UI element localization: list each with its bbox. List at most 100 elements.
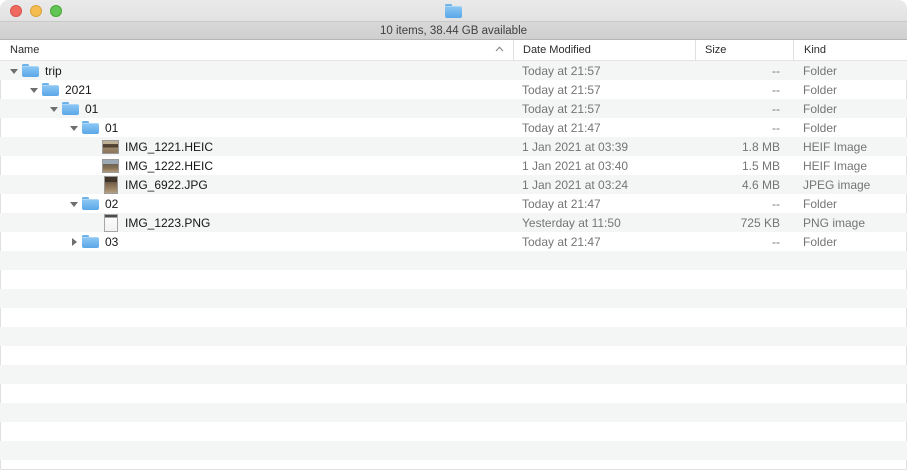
empty-row (0, 327, 907, 346)
row-name: IMG_6922.JPG (125, 178, 208, 192)
folder-icon (22, 61, 39, 80)
titlebar[interactable] (0, 0, 907, 22)
row-date: 1 Jan 2021 at 03:39 (513, 137, 695, 156)
row-kind: PNG image (793, 213, 907, 232)
row-date: Today at 21:57 (513, 80, 695, 99)
row-kind: Folder (793, 80, 907, 99)
status-text: 10 items, 38.44 GB available (380, 25, 527, 37)
disclosure-triangle (88, 213, 100, 232)
folder-icon (82, 194, 99, 213)
disclosure-triangle (88, 137, 100, 156)
row-size: -- (695, 80, 793, 99)
row-kind: Folder (793, 61, 907, 80)
row-name: IMG_1222.HEIC (125, 159, 213, 173)
chevron-up-icon (495, 46, 504, 52)
empty-row (0, 403, 907, 422)
row-indent (0, 175, 88, 194)
close-button[interactable] (10, 5, 22, 17)
column-header-size[interactable]: Size (695, 40, 793, 60)
minimize-button[interactable] (30, 5, 42, 17)
disclosure-triangle (88, 175, 100, 194)
row-name: IMG_1223.PNG (125, 216, 210, 230)
disclosure-triangle[interactable] (28, 80, 40, 99)
empty-row (0, 422, 907, 441)
finder-window: 10 items, 38.44 GB available Name Date M… (0, 0, 907, 470)
empty-row (0, 251, 907, 270)
column-header: Name Date Modified Size Kind (0, 40, 907, 61)
empty-row (0, 384, 907, 403)
disclosure-triangle (88, 156, 100, 175)
jpeg-photo-icon (102, 175, 119, 194)
row-date: Today at 21:47 (513, 118, 695, 137)
row-name: 01 (85, 102, 98, 116)
disclosure-triangle[interactable] (68, 118, 80, 137)
list-row[interactable]: 01 Today at 21:57 -- Folder (0, 99, 907, 118)
row-indent (0, 99, 48, 118)
empty-row (0, 289, 907, 308)
empty-row (0, 346, 907, 365)
folder-icon (42, 80, 59, 99)
png-photo-icon (102, 213, 119, 232)
list-row[interactable]: 2021 Today at 21:57 -- Folder (0, 80, 907, 99)
row-name: trip (45, 64, 62, 78)
list-row[interactable]: trip Today at 21:57 -- Folder (0, 61, 907, 80)
row-size: 1.8 MB (695, 137, 793, 156)
list-row[interactable]: 03 Today at 21:47 -- Folder (0, 232, 907, 251)
disclosure-triangle[interactable] (68, 232, 80, 251)
disclosure-triangle[interactable] (48, 99, 60, 118)
row-name: 01 (105, 121, 118, 135)
zoom-button[interactable] (50, 5, 62, 17)
row-size: 725 KB (695, 213, 793, 232)
list-row[interactable]: IMG_1222.HEIC 1 Jan 2021 at 03:40 1.5 MB… (0, 156, 907, 175)
row-size: -- (695, 99, 793, 118)
empty-row (0, 460, 907, 469)
row-size: -- (695, 118, 793, 137)
row-kind: Folder (793, 99, 907, 118)
list-row[interactable]: 01 Today at 21:47 -- Folder (0, 118, 907, 137)
row-kind: JPEG image (793, 175, 907, 194)
row-size: -- (695, 232, 793, 251)
column-header-kind[interactable]: Kind (793, 40, 907, 60)
row-indent (0, 194, 68, 213)
list-row[interactable]: 02 Today at 21:47 -- Folder (0, 194, 907, 213)
row-date: Today at 21:47 (513, 232, 695, 251)
row-kind: Folder (793, 118, 907, 137)
list-row[interactable]: IMG_1223.PNG Yesterday at 11:50 725 KB P… (0, 213, 907, 232)
column-header-name[interactable]: Name (0, 40, 513, 60)
row-size: 1.5 MB (695, 156, 793, 175)
row-name: 2021 (65, 83, 92, 97)
list-row[interactable]: IMG_6922.JPG 1 Jan 2021 at 03:24 4.6 MB … (0, 175, 907, 194)
row-date: Yesterday at 11:50 (513, 213, 695, 232)
row-kind: Folder (793, 232, 907, 251)
row-kind: HEIF Image (793, 156, 907, 175)
disclosure-triangle[interactable] (8, 61, 20, 80)
folder-icon (82, 232, 99, 251)
empty-row (0, 270, 907, 289)
status-bar: 10 items, 38.44 GB available (0, 22, 907, 40)
row-date: Today at 21:47 (513, 194, 695, 213)
row-indent (0, 118, 68, 137)
row-indent (0, 156, 88, 175)
heic-photo-2-icon (102, 156, 119, 175)
folder-icon (62, 99, 79, 118)
row-name: 03 (105, 235, 118, 249)
titlebar-folder-icon (445, 4, 462, 18)
row-indent (0, 80, 28, 99)
empty-row (0, 308, 907, 327)
disclosure-triangle[interactable] (68, 194, 80, 213)
row-indent (0, 213, 88, 232)
row-kind: Folder (793, 194, 907, 213)
row-indent (0, 232, 68, 251)
column-header-date[interactable]: Date Modified (513, 40, 695, 60)
row-kind: HEIF Image (793, 137, 907, 156)
row-date: Today at 21:57 (513, 61, 695, 80)
empty-row (0, 441, 907, 460)
file-list: trip Today at 21:57 -- Folder 2021 Today… (0, 61, 907, 469)
row-size: -- (695, 61, 793, 80)
row-date: 1 Jan 2021 at 03:24 (513, 175, 695, 194)
heic-photo-1-icon (102, 137, 119, 156)
row-size: -- (695, 194, 793, 213)
row-date: 1 Jan 2021 at 03:40 (513, 156, 695, 175)
row-indent (0, 61, 8, 80)
list-row[interactable]: IMG_1221.HEIC 1 Jan 2021 at 03:39 1.8 MB… (0, 137, 907, 156)
